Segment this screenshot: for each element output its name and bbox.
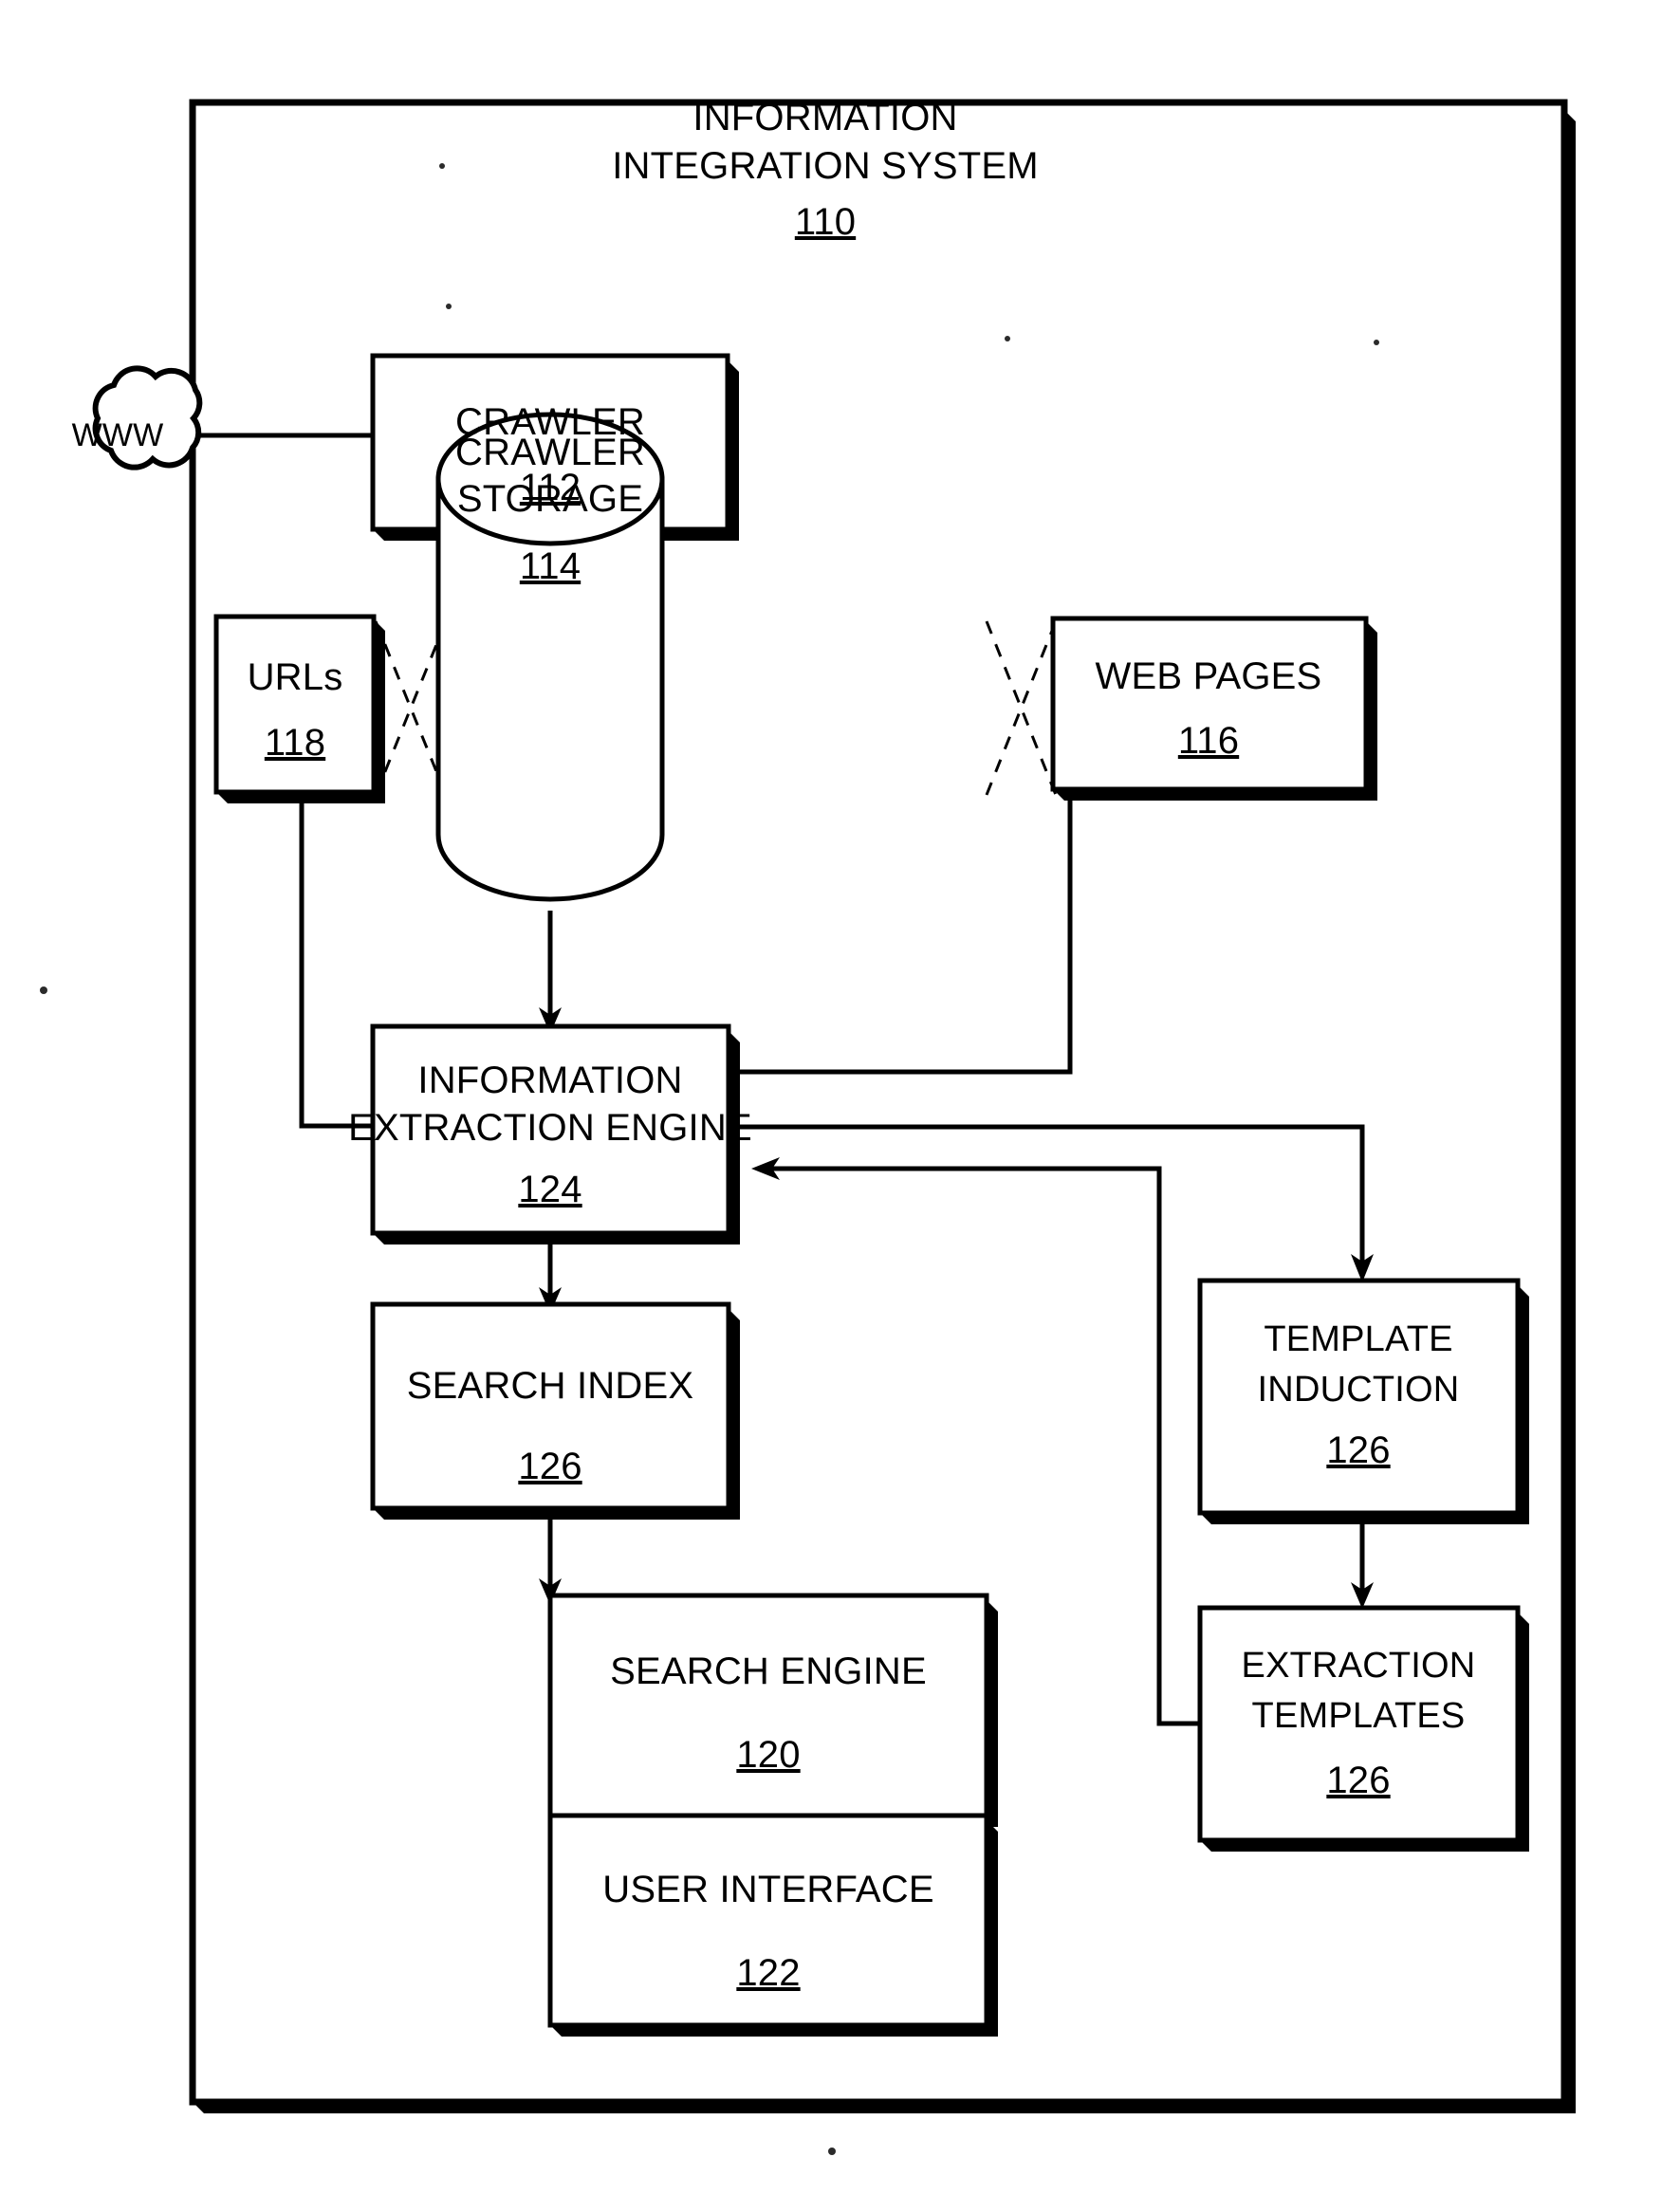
patent-figure: INFORMATION INTEGRATION SYSTEM 110 WWW C…	[0, 0, 1680, 2194]
scan-speck	[446, 304, 452, 309]
web-pages-label: WEB PAGES	[1096, 655, 1322, 697]
extraction-templates-line1: EXTRACTION	[1242, 1646, 1476, 1686]
urls-ref: 118	[265, 722, 325, 764]
template-induction-ref: 126	[1326, 1429, 1390, 1471]
user-interface-node	[547, 1813, 998, 2037]
web-pages-ref: 116	[1178, 720, 1239, 762]
diagram-canvas: INFORMATION INTEGRATION SYSTEM 110 WWW C…	[40, 97, 1576, 2155]
scan-speck	[828, 2148, 836, 2155]
scan-speck	[1005, 336, 1010, 341]
extraction-templates-line2: TEMPLATES	[1252, 1696, 1466, 1736]
search-index-ref: 126	[518, 1446, 582, 1487]
urls-node	[213, 614, 385, 803]
template-induction-line2: INDUCTION	[1258, 1370, 1460, 1410]
web-pages-node	[1050, 616, 1377, 801]
edge-webpages-to-engine	[729, 789, 1073, 1075]
system-ref-number: 110	[795, 201, 856, 243]
user-interface-ref: 122	[736, 1952, 800, 1994]
scan-speck	[439, 163, 445, 169]
scan-speck	[1374, 340, 1379, 345]
www-label: WWW	[72, 417, 164, 453]
extraction-engine-ref: 124	[518, 1169, 582, 1210]
system-title-line1: INFORMATION	[692, 97, 957, 138]
crawler-storage-ref: 114	[520, 545, 581, 587]
crawler-storage-line2: STORAGE	[457, 478, 643, 520]
edge-urls-to-engine	[299, 793, 373, 1129]
system-title-line2: INTEGRATION SYSTEM	[612, 145, 1039, 187]
search-index-label: SEARCH INDEX	[407, 1365, 693, 1407]
edge-engine-to-template-induction	[729, 1124, 1365, 1262]
crawler-storage-line1: CRAWLER	[455, 432, 645, 473]
user-interface-label: USER INTERFACE	[602, 1869, 934, 1910]
extraction-templates-ref: 126	[1326, 1760, 1390, 1801]
scan-speck	[40, 986, 47, 994]
search-engine-label: SEARCH ENGINE	[610, 1650, 927, 1692]
search-engine-node	[547, 1593, 998, 1827]
search-engine-ref: 120	[736, 1734, 800, 1776]
template-induction-line1: TEMPLATE	[1264, 1319, 1452, 1359]
extraction-engine-line1: INFORMATION	[417, 1060, 682, 1101]
urls-label: URLs	[248, 656, 343, 698]
extraction-engine-line2: EXTRACTION ENGINE	[348, 1107, 752, 1149]
